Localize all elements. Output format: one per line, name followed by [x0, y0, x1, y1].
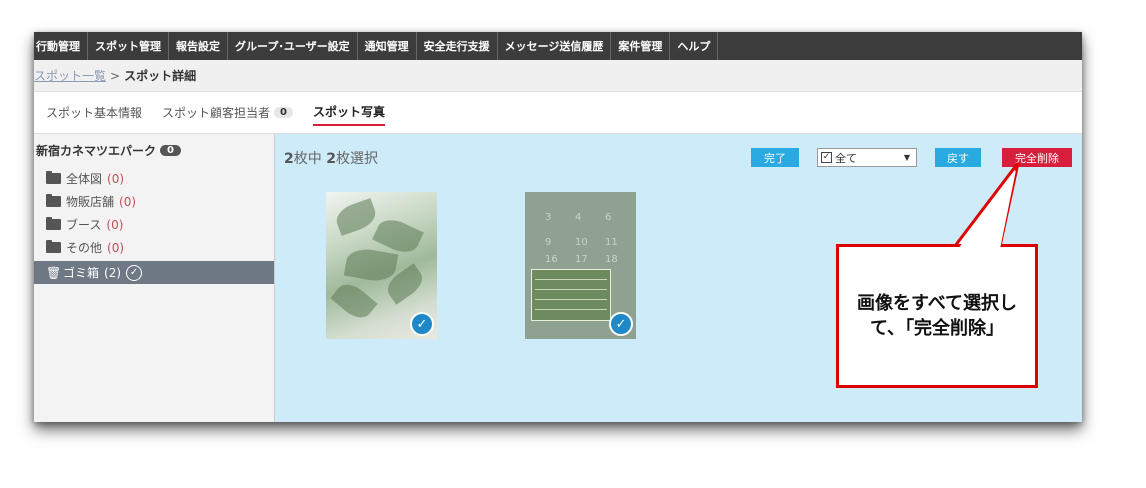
select-all-dropdown[interactable]: ✓ 全て ▼ — [817, 148, 917, 167]
select-value: 全て — [835, 151, 857, 165]
nav-safe-driving[interactable]: 安全走行支援 — [417, 32, 498, 60]
folder-overview[interactable]: 全体図 (0) — [34, 167, 274, 190]
leaf-shape — [343, 245, 399, 285]
board-row — [535, 272, 607, 280]
calendar-number: 4 — [575, 212, 582, 223]
folder-trash[interactable]: 🗑 ゴミ箱 (2) ✓ — [34, 261, 274, 284]
nav-group-user[interactable]: グループ･ユーザー設定 — [228, 32, 358, 60]
breadcrumb-separator: > — [110, 68, 121, 83]
board-row — [535, 282, 607, 290]
status-suffix: 枚選択 — [335, 151, 378, 167]
instruction-callout: 画像をすべて選択して、「完全削除」 — [836, 244, 1038, 388]
spot-count-badge: 0 — [160, 145, 181, 156]
chevron-down-icon: ▼ — [903, 153, 910, 162]
nav-message-history[interactable]: メッセージ送信履歴 — [498, 32, 612, 60]
selection-status: 2枚中 2枚選択 — [284, 148, 378, 168]
tab-bar: スポット基本情報 スポット顧客担当者 0 スポット写真 — [34, 92, 1082, 134]
photo-thumbnail[interactable]: 3 4 6 9 10 11 16 17 18 ✓ — [525, 192, 636, 339]
checkbox-icon: ✓ — [821, 152, 832, 163]
total-count: 2 — [284, 151, 294, 167]
breadcrumb-current: スポット詳細 — [124, 69, 197, 83]
selected-count: 2 — [326, 151, 336, 167]
folder-count: (0) — [107, 240, 125, 255]
folder-label: 全体図 — [66, 172, 103, 186]
calendar-number: 9 — [545, 237, 552, 248]
calendar-number: 6 — [605, 212, 612, 223]
calendar-number: 17 — [575, 254, 588, 265]
folder-icon — [46, 194, 61, 207]
tab-spot-info[interactable]: スポット基本情報 — [46, 100, 142, 125]
folder-retail[interactable]: 物販店舗 (0) — [34, 190, 274, 213]
folder-icon — [46, 171, 61, 184]
folder-count: (2) — [104, 265, 122, 280]
tab-label: スポット写真 — [313, 105, 386, 119]
calendar-number: 18 — [605, 254, 618, 265]
tab-label: スポット顧客担当者 — [162, 106, 271, 120]
status-mid: 枚中 — [293, 151, 327, 167]
spot-title: 新宿カネマツエパーク 0 — [34, 142, 274, 159]
board-row — [535, 292, 607, 300]
nav-notify[interactable]: 通知管理 — [358, 32, 417, 60]
tab-spot-photos[interactable]: スポット写真 — [313, 99, 386, 126]
folder-label: 物販店舗 — [66, 195, 115, 209]
folder-icon — [46, 217, 61, 230]
nav-project[interactable]: 案件管理 — [611, 32, 671, 60]
folder-booth[interactable]: ブース (0) — [34, 213, 274, 236]
photo-thumbnail[interactable]: ✓ — [326, 192, 437, 339]
folder-count: (0) — [107, 171, 125, 186]
nav-activity[interactable]: 行動管理 — [34, 32, 88, 60]
nav-help[interactable]: ヘルプ — [670, 32, 719, 60]
whiteboard — [531, 269, 611, 321]
calendar-number: 11 — [605, 237, 618, 248]
nav-report[interactable]: 報告設定 — [169, 32, 228, 60]
folder-count: (0) — [119, 194, 137, 209]
folder-sidebar: 新宿カネマツエパーク 0 全体図 (0) 物販店舗 (0) ブース (0) その… — [34, 134, 275, 422]
restore-button[interactable]: 戻す — [935, 148, 981, 167]
top-nav: 行動管理 スポット管理 報告設定 グループ･ユーザー設定 通知管理 安全走行支援… — [34, 32, 1082, 60]
folder-label: ゴミ箱 — [63, 266, 100, 280]
calendar-number: 10 — [575, 237, 588, 248]
tab-label: スポット基本情報 — [46, 106, 143, 120]
folder-icon — [46, 240, 61, 253]
calendar-number: 3 — [545, 212, 552, 223]
folder-other[interactable]: その他 (0) — [34, 236, 274, 259]
folder-label: その他 — [66, 241, 103, 255]
done-button[interactable]: 完了 — [751, 148, 799, 167]
board-row — [535, 302, 607, 310]
leaf-shape — [330, 278, 378, 324]
breadcrumb: スポット一覧 > スポット詳細 — [34, 60, 1082, 92]
spot-name: 新宿カネマツエパーク — [36, 144, 157, 158]
tab-spot-contacts[interactable]: スポット顧客担当者 0 — [162, 100, 293, 125]
breadcrumb-spot-list-link[interactable]: スポット一覧 — [34, 67, 106, 84]
selected-check-icon[interactable]: ✓ — [609, 312, 633, 336]
selected-check-icon[interactable]: ✓ — [410, 312, 434, 336]
leaf-shape — [332, 197, 380, 237]
nav-spot[interactable]: スポット管理 — [88, 32, 169, 60]
check-circle-icon: ✓ — [126, 264, 143, 281]
count-badge: 0 — [274, 107, 293, 118]
trash-icon: 🗑 — [46, 265, 62, 280]
folder-label: ブース — [66, 218, 102, 232]
permanent-delete-button[interactable]: 完全削除 — [1002, 148, 1072, 167]
calendar-number: 16 — [545, 254, 558, 265]
folder-count: (0) — [106, 217, 124, 232]
